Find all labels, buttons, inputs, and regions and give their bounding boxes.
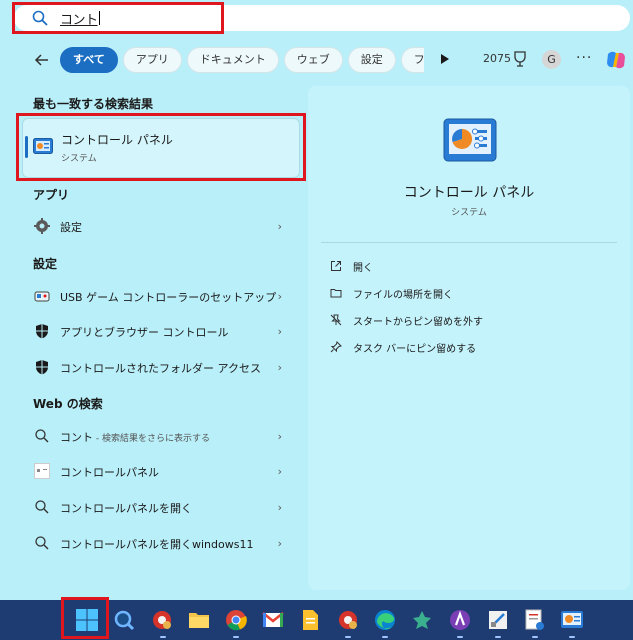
- setting-item-label: コントロールされたフォルダー アクセス: [60, 362, 261, 375]
- start-highlight-box: [61, 597, 109, 639]
- pin-icon: [330, 341, 342, 353]
- chevron-right-icon[interactable]: ›: [278, 537, 282, 550]
- action-label: スタートからピン留めを外す: [353, 316, 483, 328]
- search-icon: [35, 536, 49, 550]
- search-highlight-box: [12, 2, 224, 34]
- running-indicator: [345, 636, 351, 638]
- action-unpin-from-start[interactable]: スタートからピン留めを外す: [330, 312, 483, 328]
- action-label: 開く: [353, 262, 373, 274]
- gear-icon: [34, 218, 50, 234]
- search-taskbar-icon[interactable]: [112, 608, 136, 632]
- chevron-right-icon[interactable]: ›: [278, 361, 282, 374]
- app-e-icon[interactable]: [486, 608, 510, 632]
- running-indicator: [457, 636, 463, 638]
- gmail-icon[interactable]: [261, 608, 285, 632]
- app-c-icon[interactable]: [410, 608, 434, 632]
- web-search-heading: Web の検索: [33, 397, 103, 411]
- shield-icon: [36, 324, 48, 339]
- running-indicator: [495, 636, 501, 638]
- running-indicator: [233, 636, 239, 638]
- web-item-label: コントロールパネルを開く: [60, 502, 192, 515]
- web-item-control-panel[interactable]: コントロールパネル ›: [22, 456, 300, 486]
- app-item-settings[interactable]: 設定 ›: [22, 211, 300, 241]
- chevron-right-icon[interactable]: ›: [278, 220, 282, 233]
- preview-subtitle: システム: [451, 208, 487, 218]
- search-icon: [35, 429, 49, 443]
- folder-icon: [330, 289, 342, 298]
- rewards-icon[interactable]: [512, 50, 528, 68]
- edge-icon[interactable]: [373, 608, 397, 632]
- preview-divider: [321, 242, 617, 243]
- app-f-icon[interactable]: [523, 608, 547, 632]
- chrome-icon[interactable]: [224, 608, 248, 632]
- web-item-label: コントロールパネル: [60, 466, 159, 479]
- web-item-more-results[interactable]: コント - 検索結果をさらに表示する ›: [22, 421, 300, 451]
- app-item-label: 設定: [60, 221, 82, 234]
- best-match-highlight-box: [16, 113, 306, 181]
- app-d-icon[interactable]: [448, 608, 472, 632]
- running-indicator: [160, 636, 166, 638]
- notes-icon[interactable]: [298, 608, 322, 632]
- copilot-icon[interactable]: [604, 48, 628, 72]
- running-indicator: [382, 636, 388, 638]
- app-b-icon[interactable]: [336, 608, 360, 632]
- preview-title: コントロール パネル: [403, 185, 535, 201]
- filter-web[interactable]: ウェブ: [283, 47, 343, 73]
- back-arrow-icon[interactable]: [32, 50, 52, 70]
- action-open[interactable]: 開く: [330, 258, 373, 274]
- file-explorer-icon[interactable]: [187, 608, 211, 632]
- filter-apps[interactable]: アプリ: [122, 47, 182, 73]
- filter-all[interactable]: すべて: [60, 47, 118, 73]
- rewards-points: 2075: [483, 52, 511, 65]
- filter-settings[interactable]: 設定: [347, 47, 396, 73]
- running-indicator: [569, 636, 575, 638]
- setting-item-label: USB ゲーム コントローラーのセットアップ: [60, 291, 277, 304]
- action-pin-to-taskbar[interactable]: タスク バーにピン留めする: [330, 339, 476, 355]
- more-options-icon[interactable]: ···: [576, 50, 592, 66]
- setting-item-app-browser-control[interactable]: アプリとブラウザー コントロール ›: [22, 316, 300, 346]
- web-query-text: コント: [60, 431, 93, 444]
- apps-heading: アプリ: [33, 188, 70, 202]
- running-indicator: [532, 636, 538, 638]
- app-a-icon[interactable]: [150, 608, 174, 632]
- chevron-right-icon[interactable]: ›: [278, 325, 282, 338]
- filter-documents[interactable]: ドキュメント: [186, 47, 279, 73]
- action-open-file-location[interactable]: ファイルの場所を開く: [330, 285, 453, 301]
- action-label: ファイルの場所を開く: [353, 289, 453, 301]
- setting-item-controlled-folder-access[interactable]: コントロールされたフォルダー アクセス ›: [22, 352, 300, 382]
- chevron-right-icon[interactable]: ›: [278, 501, 282, 514]
- setting-item-label: アプリとブラウザー コントロール: [60, 326, 229, 339]
- control-panel-taskbar-icon[interactable]: [560, 608, 584, 632]
- web-item-label: コント - 検索結果をさらに表示する: [60, 429, 210, 445]
- open-icon: [331, 261, 341, 271]
- web-query-hint: - 検索結果をさらに表示する: [93, 434, 210, 444]
- settings-heading: 設定: [33, 257, 58, 271]
- web-item-open-control-panel-windows11[interactable]: コントロールパネルを開くwindows11 ›: [22, 528, 300, 558]
- chevron-right-icon[interactable]: ›: [278, 430, 282, 443]
- control-panel-large-icon: [443, 118, 497, 162]
- scroll-right-icon[interactable]: [440, 53, 450, 65]
- preview-pane: コントロール パネル システム 開く ファイルの場所を開く スタートからピン留め…: [308, 86, 630, 590]
- web-item-label: コントロールパネルを開くwindows11: [60, 538, 254, 551]
- shield-icon: [36, 360, 48, 375]
- filter-chips: すべて アプリ ドキュメント ウェブ 設定 フォルダー 写: [60, 47, 424, 73]
- unpin-icon: [330, 314, 342, 326]
- chevron-right-icon[interactable]: ›: [278, 290, 282, 303]
- best-match-heading: 最も一致する検索結果: [33, 97, 154, 111]
- taskbar: [0, 597, 633, 640]
- setting-item-usb-game-controller[interactable]: USB ゲーム コントローラーのセットアップ ›: [22, 281, 300, 311]
- search-icon: [35, 500, 49, 514]
- account-avatar[interactable]: G: [542, 50, 561, 69]
- action-label: タスク バーにピン留めする: [353, 343, 477, 355]
- web-result-icon: [34, 463, 50, 479]
- game-controller-icon: [34, 291, 50, 302]
- chevron-right-icon[interactable]: ›: [278, 465, 282, 478]
- web-item-open-control-panel[interactable]: コントロールパネルを開く ›: [22, 492, 300, 522]
- search-panel: コント すべて アプリ ドキュメント ウェブ 設定 フォルダー 写 2075 G…: [0, 0, 633, 600]
- filter-folders[interactable]: フォルダー: [400, 47, 424, 73]
